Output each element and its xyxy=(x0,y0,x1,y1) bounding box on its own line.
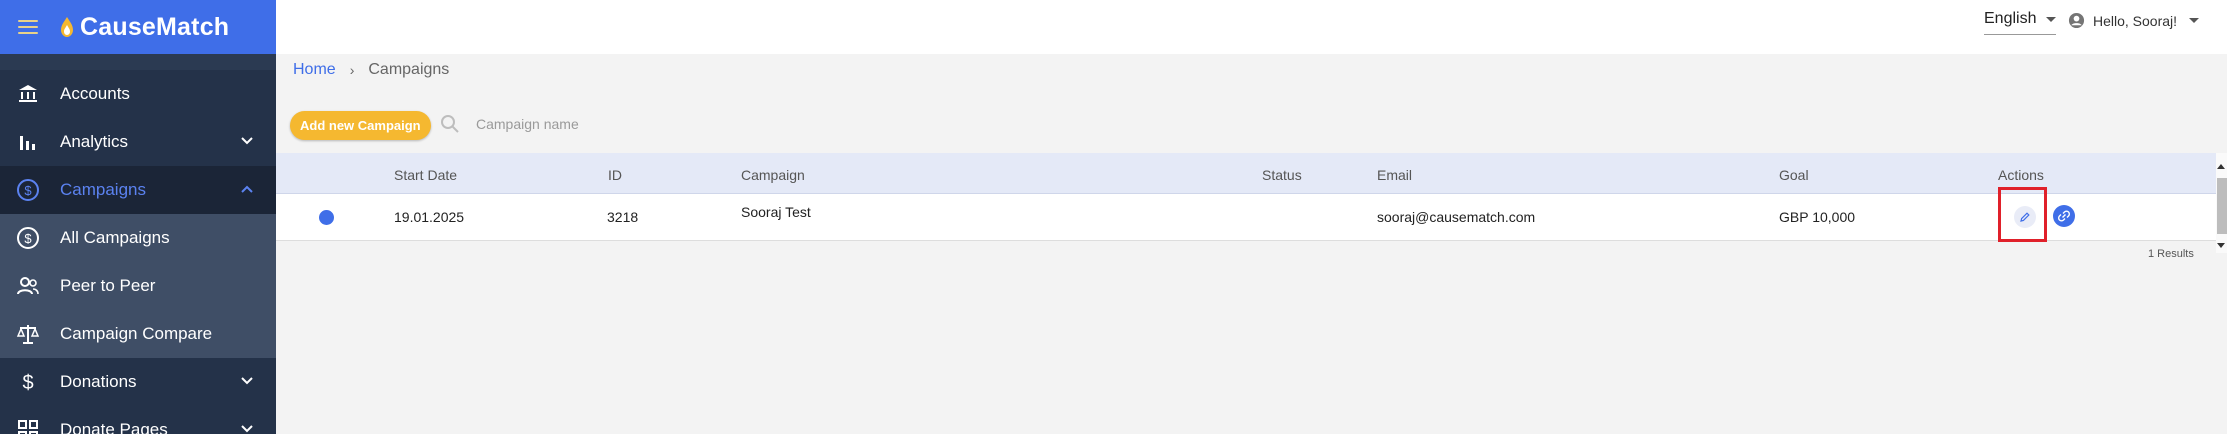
brand-bar: CauseMatch xyxy=(0,0,276,54)
caret-down-icon xyxy=(2189,18,2200,23)
chevron-down-icon xyxy=(241,137,253,145)
people-icon xyxy=(16,274,40,298)
grid-icon xyxy=(16,418,40,434)
sidebar-item-label: Donations xyxy=(60,372,137,391)
search-icon xyxy=(441,115,459,133)
sidebar-item-campaigns[interactable]: $ Campaigns xyxy=(0,166,276,214)
scrollbar-thumb[interactable] xyxy=(2217,178,2227,234)
column-header-email[interactable]: Email xyxy=(1377,167,1412,183)
logo-flame-icon xyxy=(61,17,73,37)
sidebar-item-label: Accounts xyxy=(60,84,130,103)
breadcrumb-home-link[interactable]: Home xyxy=(293,61,336,79)
user-menu[interactable]: Hello, Sooraj! xyxy=(2068,12,2200,29)
sidebar-item-donate-pages[interactable]: Donate Pages xyxy=(0,406,276,434)
sidebar-item-label: Campaigns xyxy=(60,180,146,199)
sidebar-item-peer-to-peer[interactable]: Peer to Peer xyxy=(0,262,276,310)
campaign-search[interactable]: Campaign name xyxy=(440,114,579,134)
caret-down-icon xyxy=(2046,17,2056,22)
column-header-id[interactable]: ID xyxy=(608,167,622,183)
link-icon xyxy=(2057,210,2071,222)
svg-text:$: $ xyxy=(24,231,32,246)
edit-button[interactable] xyxy=(2014,206,2036,228)
brand-name[interactable]: CauseMatch xyxy=(80,13,229,42)
cell-id: 3218 xyxy=(607,209,639,225)
sidebar-item-all-campaigns[interactable]: $ All Campaigns xyxy=(0,214,276,262)
column-header-status[interactable]: Status xyxy=(1262,167,1302,183)
language-value: English xyxy=(1984,10,2037,27)
top-bar xyxy=(276,0,2227,54)
column-header-actions: Actions xyxy=(1998,167,2044,183)
cell-campaign: Sooraj Test xyxy=(741,204,811,220)
scroll-down-arrow-icon[interactable] xyxy=(2217,243,2225,248)
column-header-start-date[interactable]: Start Date xyxy=(394,167,457,183)
sidebar-item-donations[interactable]: $ Donations xyxy=(0,358,276,406)
dollar-circle-icon: $ xyxy=(16,226,40,250)
sidebar-item-analytics[interactable]: Analytics xyxy=(0,118,276,166)
dollar-icon: $ xyxy=(16,370,40,394)
sidebar-nav: Accounts Analytics $ Campaigns $ All Cam… xyxy=(0,70,276,434)
status-dot xyxy=(319,210,334,225)
breadcrumb-current: Campaigns xyxy=(368,61,450,78)
language-select[interactable]: English xyxy=(1984,10,2056,35)
sidebar-item-label: Peer to Peer xyxy=(60,276,156,295)
results-count: 1 Results xyxy=(2148,248,2194,260)
chevron-up-icon xyxy=(241,185,253,193)
bar-chart-icon xyxy=(16,130,40,154)
sidebar-item-accounts[interactable]: Accounts xyxy=(0,70,276,118)
cell-goal: GBP 10,000 xyxy=(1779,209,1856,225)
svg-text:$: $ xyxy=(24,183,32,198)
hamburger-menu-icon[interactable] xyxy=(18,20,38,34)
chevron-right-icon: › xyxy=(349,62,355,78)
sidebar-item-label: Donate Pages xyxy=(60,420,168,434)
user-greeting: Hello, Sooraj! xyxy=(2093,12,2178,29)
svg-text:$: $ xyxy=(22,372,33,394)
table-header: Start Date ID Campaign Status Email Goal… xyxy=(276,153,2216,194)
campaigns-submenu: $ All Campaigns Peer to Peer Campaign Co… xyxy=(0,214,276,358)
dollar-circle-icon: $ xyxy=(16,178,40,202)
column-header-goal[interactable]: Goal xyxy=(1779,167,1809,183)
account-circle-icon xyxy=(2068,12,2085,29)
sidebar: CauseMatch Accounts Analytics $ Campaign… xyxy=(0,0,276,434)
sidebar-item-label: Campaign Compare xyxy=(60,324,213,343)
sidebar-item-label: Analytics xyxy=(60,132,129,151)
table-row[interactable]: 19.01.2025 3218 Sooraj Test sooraj@cause… xyxy=(276,194,2216,241)
scroll-up-arrow-icon[interactable] xyxy=(2217,164,2225,169)
chevron-down-icon xyxy=(241,425,253,433)
breadcrumb: Home › Campaigns xyxy=(293,61,449,79)
bank-icon xyxy=(16,82,40,106)
cell-email: sooraj@causematch.com xyxy=(1377,209,1536,225)
link-button[interactable] xyxy=(2053,205,2075,227)
chevron-down-icon xyxy=(241,377,253,385)
cell-start-date: 19.01.2025 xyxy=(394,209,465,225)
column-header-campaign[interactable]: Campaign xyxy=(741,167,805,183)
sidebar-item-campaign-compare[interactable]: Campaign Compare xyxy=(0,310,276,358)
add-new-campaign-button[interactable]: Add new Campaign xyxy=(290,111,431,140)
scale-icon xyxy=(16,322,40,346)
search-input[interactable]: Campaign name xyxy=(476,116,579,132)
sidebar-item-label: All Campaigns xyxy=(60,228,170,247)
pencil-icon xyxy=(2020,212,2030,222)
